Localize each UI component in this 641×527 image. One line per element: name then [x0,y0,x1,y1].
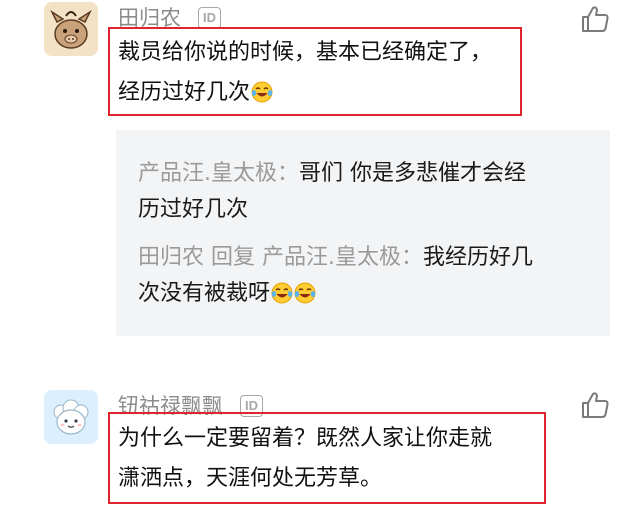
reply-item[interactable]: 产品汪.皇太极：哥们 你是多悲催才会经 历过好几次 [138,156,598,228]
laugh-cry-emoji-icon [294,282,316,304]
comment-item: 田归农 ID 裁员给你说的时候，基本已经确定了， 经历过好几次 产品汪.皇太极：… [0,0,641,360]
id-badge: ID [198,7,221,29]
avatar[interactable] [44,390,98,444]
reply-item[interactable]: 田归农 回复 产品汪.皇太极：我经历好几 次没有被裁呀 [138,240,608,312]
comment-body-line: 为什么一定要留着？既然人家让你走就 [118,426,493,451]
reply-separator: ： [277,161,300,186]
reply-text: 次没有被裁呀 [138,281,271,306]
avatar[interactable] [44,2,98,56]
thumbs-up-icon[interactable] [580,4,610,34]
comment-body-line: 裁员给你说的时候，基本已经确定了， [118,40,493,65]
laugh-cry-emoji-icon [251,81,273,103]
reply-target[interactable]: 产品汪.皇太极 [262,245,401,270]
reply-text: 哥们 你是多悲催才会经 [299,161,527,186]
comment-body-line: 经历过好几次 [118,72,273,114]
reply-word: 回复 [211,245,256,270]
comment-item: 钮祜禄飘飘 ID 为什么一定要留着？既然人家让你走就 潇洒点，天涯何处无芳草。 [0,380,641,527]
comment-body-text: 经历过好几次 [118,80,251,105]
reply-separator: ： [401,245,424,270]
reply-panel: 产品汪.皇太极：哥们 你是多悲催才会经 历过好几次 田归农 回复 产品汪.皇太极… [116,130,610,336]
comment-body-line: 潇洒点，天涯何处无芳草。 [118,466,383,491]
reply-text: 我经历好几 [423,245,534,270]
thumbs-up-icon[interactable] [580,390,610,420]
reply-author[interactable]: 产品汪.皇太极 [138,161,277,186]
laugh-cry-emoji-icon [271,282,293,304]
cartoon-sheep-avatar-icon [44,390,98,444]
cartoon-animal-avatar-icon [44,2,98,56]
reply-text: 历过好几次 [138,197,249,222]
reply-author[interactable]: 田归农 [138,245,204,270]
